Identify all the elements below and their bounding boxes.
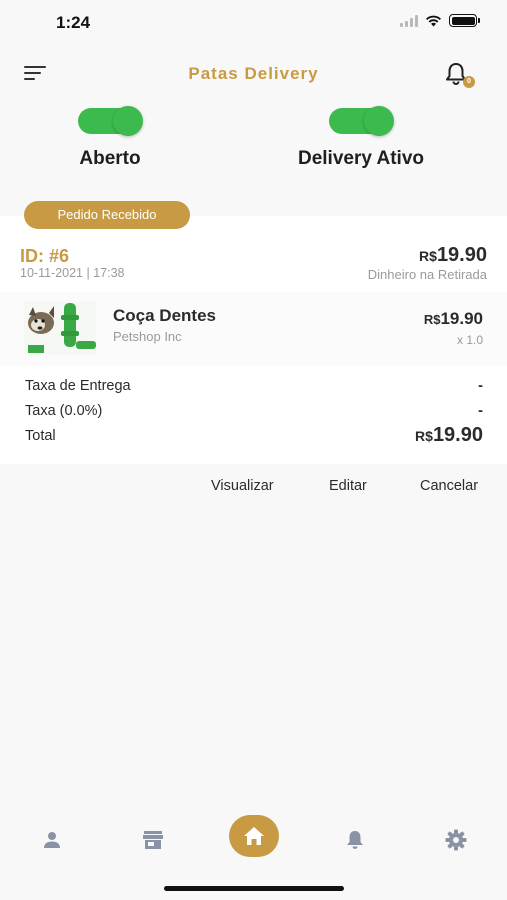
bell-icon [347,831,363,849]
total-label: Total [25,428,56,444]
delivery-fee-row: Taxa de Entrega - [0,378,507,403]
delivery-fee-label: Taxa de Entrega [25,378,131,394]
tab-settings[interactable] [443,827,469,853]
gear-icon [445,829,467,851]
tax-label: Taxa (0.0%) [25,403,103,419]
app-title: Patas Delivery [188,64,319,83]
tab-notifications[interactable] [342,827,368,853]
order-status-badge: Pedido Recebido [24,201,190,229]
tab-store[interactable] [140,827,166,853]
bottom-tab-bar [0,815,507,867]
delivery-toggle-knob [364,106,394,136]
order-total-value: 19.90 [436,244,487,266]
order-id: ID: #6 [20,246,70,266]
total-value: R$19.90 [415,424,483,447]
item-name: Coça Dentes [113,306,216,325]
open-toggle-group: Aberto [50,106,170,170]
open-toggle-knob [113,106,143,136]
tax-value: - [478,403,483,419]
order-date: 10-11-2021 | 17:38 [20,266,125,280]
order-card[interactable]: ID: #6 10-11-2021 | 17:38 R$19.90 Dinhei… [0,216,507,464]
app-header: Patas Delivery 0 [0,52,507,96]
store-toggles: Aberto Delivery Ativo [0,106,507,178]
item-shop: Petshop Inc [113,329,182,344]
list-item: Coça Dentes Petshop Inc R$19.90 x 1.0 [0,292,507,366]
order-summary: Taxa de Entrega - Taxa (0.0%) - Total R$… [0,366,507,464]
item-price: R$19.90 [424,309,483,329]
order-actions: Visualizar Editar Cancelar [0,476,507,498]
home-icon [244,827,264,845]
notifications-button[interactable]: 0 [445,62,475,90]
person-icon [44,832,60,848]
wifi-icon [426,15,441,27]
order-total: R$19.90 [419,244,487,267]
order-payment-method: Dinheiro na Retirada [367,267,487,282]
open-toggle-label: Aberto [79,148,141,169]
cancel-button[interactable]: Cancelar [420,478,478,494]
home-indicator [164,886,344,891]
notification-badge: 0 [463,76,475,88]
signal-icon [400,14,418,27]
status-time: 1:24 [56,13,91,32]
battery-icon [449,14,480,27]
tab-profile[interactable] [39,827,65,853]
item-price-currency: R$ [423,312,441,327]
view-button[interactable]: Visualizar [211,478,274,494]
status-icons [400,14,480,27]
product-image [24,301,96,355]
store-icon [143,831,163,849]
total-row: Total R$19.90 [0,424,507,453]
open-toggle[interactable] [78,106,143,136]
tab-home[interactable] [229,815,279,857]
delivery-fee-value: - [478,378,483,394]
item-price-value: 19.90 [440,309,483,328]
total-currency: R$ [415,428,433,444]
delivery-toggle-label: Delivery Ativo [297,148,424,169]
order-total-currency: R$ [419,248,437,264]
total-amount: 19.90 [432,424,483,446]
delivery-toggle[interactable] [329,106,394,136]
status-bar: 1:24 [0,0,507,46]
edit-button[interactable]: Editar [329,478,367,494]
delivery-toggle-group: Delivery Ativo [280,106,442,170]
item-quantity: x 1.0 [456,333,483,347]
